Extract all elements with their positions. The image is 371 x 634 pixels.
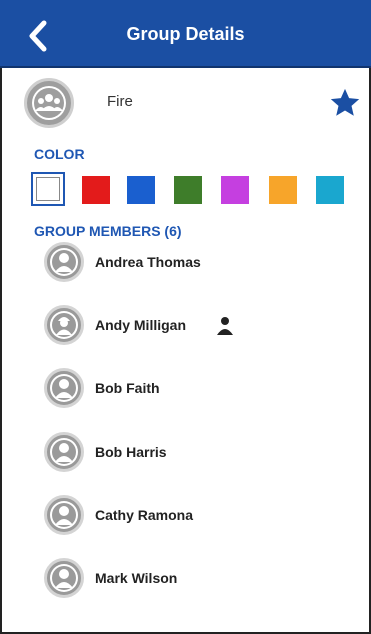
swatch-fill <box>36 177 60 201</box>
person-icon <box>50 438 78 466</box>
favorite-star-button[interactable] <box>328 86 362 120</box>
color-section-label: COLOR <box>34 146 85 162</box>
color-swatch-cyan[interactable] <box>316 176 344 204</box>
member-item[interactable]: Bob Faith <box>44 368 354 410</box>
color-swatch-red[interactable] <box>82 176 110 204</box>
member-name: Andy Milligan <box>95 317 186 333</box>
color-swatch-purple[interactable] <box>221 176 249 204</box>
color-swatches <box>31 172 361 206</box>
person-icon <box>50 564 78 592</box>
star-icon <box>330 88 360 116</box>
member-name: Bob Faith <box>95 380 160 396</box>
member-name: Mark Wilson <box>95 570 178 586</box>
avatar <box>44 432 84 472</box>
admin-person-icon <box>216 316 234 336</box>
member-item[interactable]: Mark Wilson <box>44 558 354 600</box>
member-name: Cathy Ramona <box>95 507 194 523</box>
top-app-bar: Group Details <box>0 0 371 68</box>
color-swatch-blue[interactable] <box>127 176 155 204</box>
group-avatar <box>24 78 74 128</box>
avatar <box>44 558 84 598</box>
avatar <box>44 242 84 282</box>
color-swatch-white[interactable] <box>31 172 65 206</box>
avatar <box>44 305 84 345</box>
member-item[interactable]: Bob Harris <box>44 432 354 474</box>
member-name: Andrea Thomas <box>95 254 201 270</box>
member-item[interactable]: Cathy Ramona <box>44 495 354 537</box>
member-name: Bob Harris <box>95 444 167 460</box>
page-title: Group Details <box>126 24 245 44</box>
group-icon <box>32 86 66 120</box>
color-swatch-orange[interactable] <box>269 176 297 204</box>
avatar <box>44 495 84 535</box>
avatar <box>44 368 84 408</box>
group-name: Fire <box>107 93 133 110</box>
color-swatch-green[interactable] <box>174 176 202 204</box>
member-item[interactable]: Andy Milligan <box>44 305 354 347</box>
person-icon <box>50 248 78 276</box>
members-section-label: GROUP MEMBERS (6) <box>34 223 182 239</box>
group-info-row: Fire <box>0 74 371 134</box>
person-icon <box>50 501 78 529</box>
member-item[interactable]: Andrea Thomas <box>44 242 354 284</box>
person-icon <box>50 374 78 402</box>
firefighter-icon <box>50 311 78 339</box>
